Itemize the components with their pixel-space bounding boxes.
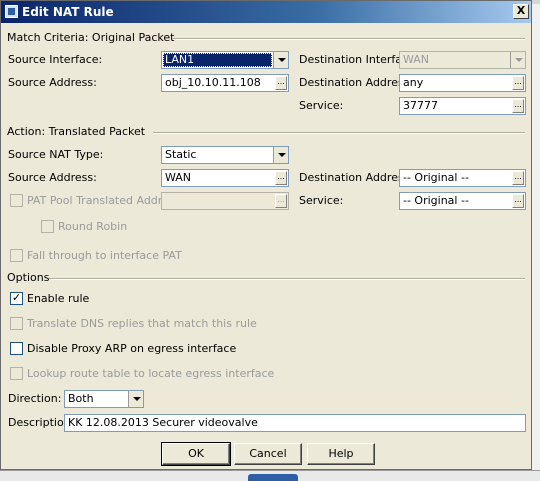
background-window-selection <box>248 474 298 481</box>
edit-nat-rule-dialog: Edit NAT Rule X Match Criteria: Original… <box>0 0 532 470</box>
match-criteria-section-title: Match Criteria: Original Packet <box>7 31 175 44</box>
service-field[interactable]: 37777 ... <box>399 97 526 115</box>
translated-source-address-field[interactable]: WAN ... <box>161 169 289 187</box>
lookup-route-checkbox <box>10 367 23 380</box>
round-robin-checkbox <box>41 220 54 233</box>
cancel-button[interactable]: Cancel <box>234 443 302 465</box>
source-nat-type-label: Source NAT Type: <box>8 148 104 161</box>
pat-pool-checkbox <box>10 194 23 207</box>
direction-select[interactable]: Both <box>64 390 144 408</box>
direction-label: Direction: <box>8 392 62 405</box>
source-address-label: Source Address: <box>8 76 97 89</box>
round-robin-label: Round Robin <box>58 220 128 233</box>
source-interface-select[interactable]: LAN1 <box>161 51 289 69</box>
source-address-value: obj_10.10.11.108 <box>165 76 261 89</box>
destination-interface-value: WAN <box>403 53 430 66</box>
action-separator <box>153 132 525 134</box>
options-section-title: Options <box>7 271 50 284</box>
browse-button: ... <box>275 194 287 208</box>
background-window-scrollbar <box>531 4 540 470</box>
enable-rule-label: Enable rule <box>27 292 90 305</box>
destination-interface-select: WAN <box>399 51 526 69</box>
description-value: KK 12.08.2013 Securer videovalve <box>68 416 258 429</box>
translated-service-field[interactable]: -- Original -- ... <box>399 192 526 210</box>
enable-rule-checkbox[interactable]: ✓ <box>10 291 23 305</box>
browse-button[interactable]: ... <box>275 171 287 185</box>
ok-button[interactable]: OK <box>161 442 231 466</box>
source-address-field[interactable]: obj_10.10.11.108 ... <box>161 74 289 92</box>
translated-destination-address-label: Destination Address: <box>299 171 414 184</box>
chevron-down-icon[interactable] <box>128 391 143 407</box>
match-criteria-separator <box>173 38 525 40</box>
direction-value: Both <box>68 392 94 405</box>
action-section-title: Action: Translated Packet <box>7 125 146 138</box>
translate-dns-label: Translate DNS replies that match this ru… <box>27 317 257 330</box>
chevron-down-icon[interactable] <box>273 147 288 163</box>
options-separator <box>49 278 525 280</box>
chevron-down-icon[interactable] <box>273 52 288 68</box>
source-interface-value: LAN1 <box>163 53 272 67</box>
chevron-down-icon <box>510 52 525 68</box>
service-value: 37777 <box>403 99 438 112</box>
browse-button[interactable]: ... <box>512 194 524 208</box>
source-nat-type-select[interactable]: Static <box>161 146 289 164</box>
translated-service-label: Service: <box>299 194 344 207</box>
browse-button[interactable]: ... <box>275 76 287 90</box>
fall-through-checkbox <box>10 249 23 262</box>
translated-destination-address-field[interactable]: -- Original -- ... <box>399 169 526 187</box>
translated-source-address-label: Source Address: <box>8 171 97 184</box>
close-icon[interactable]: X <box>513 4 529 19</box>
translated-source-address-value: WAN <box>165 171 192 184</box>
translate-dns-checkbox <box>10 317 23 330</box>
browse-button[interactable]: ... <box>512 76 524 90</box>
destination-address-value: any <box>403 76 424 89</box>
source-interface-label: Source Interface: <box>8 53 103 66</box>
browse-button[interactable]: ... <box>512 99 524 113</box>
description-input[interactable]: KK 12.08.2013 Securer videovalve <box>64 414 526 432</box>
lookup-route-label: Lookup route table to locate egress inte… <box>27 367 275 380</box>
browse-button[interactable]: ... <box>512 171 524 185</box>
check-icon: ✓ <box>11 291 22 304</box>
fall-through-label: Fall through to interface PAT <box>27 249 182 262</box>
help-button[interactable]: Help <box>307 443 375 465</box>
destination-address-label: Destination Address: <box>299 76 414 89</box>
background-window-divider <box>0 470 540 471</box>
translated-destination-address-value: -- Original -- <box>403 171 469 184</box>
destination-address-field[interactable]: any ... <box>399 74 526 92</box>
disable-proxy-arp-label: Disable Proxy ARP on egress interface <box>27 342 237 355</box>
dialog-titlebar: Edit NAT Rule X <box>1 1 531 23</box>
pat-pool-field: ... <box>161 192 289 210</box>
service-label: Service: <box>299 99 344 112</box>
dialog-title: Edit NAT Rule <box>22 5 114 19</box>
app-icon <box>5 5 18 18</box>
translated-service-value: -- Original -- <box>403 194 469 207</box>
disable-proxy-arp-checkbox[interactable] <box>10 342 23 355</box>
source-nat-type-value: Static <box>165 148 197 161</box>
